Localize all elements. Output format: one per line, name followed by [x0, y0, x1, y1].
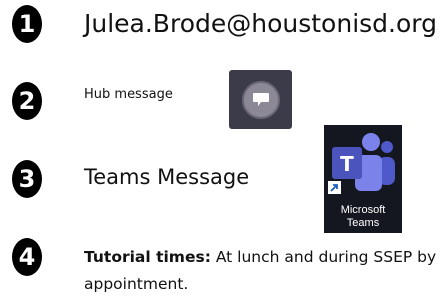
number-2-label: 2 — [18, 87, 36, 115]
number-2-badge: 2 — [12, 82, 42, 120]
teams-icon-label-line2: Teams — [346, 217, 380, 229]
hub-message-icon[interactable] — [229, 70, 292, 129]
teams-logo-icon: T — [328, 133, 395, 194]
tutorial-times-text: Tutorial times: At lunch and during SSEP… — [84, 244, 446, 298]
chat-bubble-icon — [241, 80, 280, 119]
number-4-label: 4 — [18, 243, 36, 271]
tutorial-times-heading: Tutorial times: — [84, 248, 211, 266]
teams-icon-label-line1: Microsoft — [340, 204, 386, 216]
number-3-badge: 3 — [12, 160, 42, 198]
teams-message-label: Teams Message — [84, 165, 250, 189]
svg-text:T: T — [340, 152, 354, 176]
number-1-label: 1 — [18, 10, 36, 38]
number-3-label: 3 — [18, 165, 36, 193]
number-4-badge: 4 — [12, 238, 42, 276]
hub-message-label: Hub message — [84, 87, 173, 102]
number-1-badge: 1 — [12, 5, 42, 43]
email-address[interactable]: Julea.Brode@houstonisd.org — [84, 9, 437, 38]
microsoft-teams-icon[interactable]: T Microsoft Teams — [324, 125, 402, 233]
